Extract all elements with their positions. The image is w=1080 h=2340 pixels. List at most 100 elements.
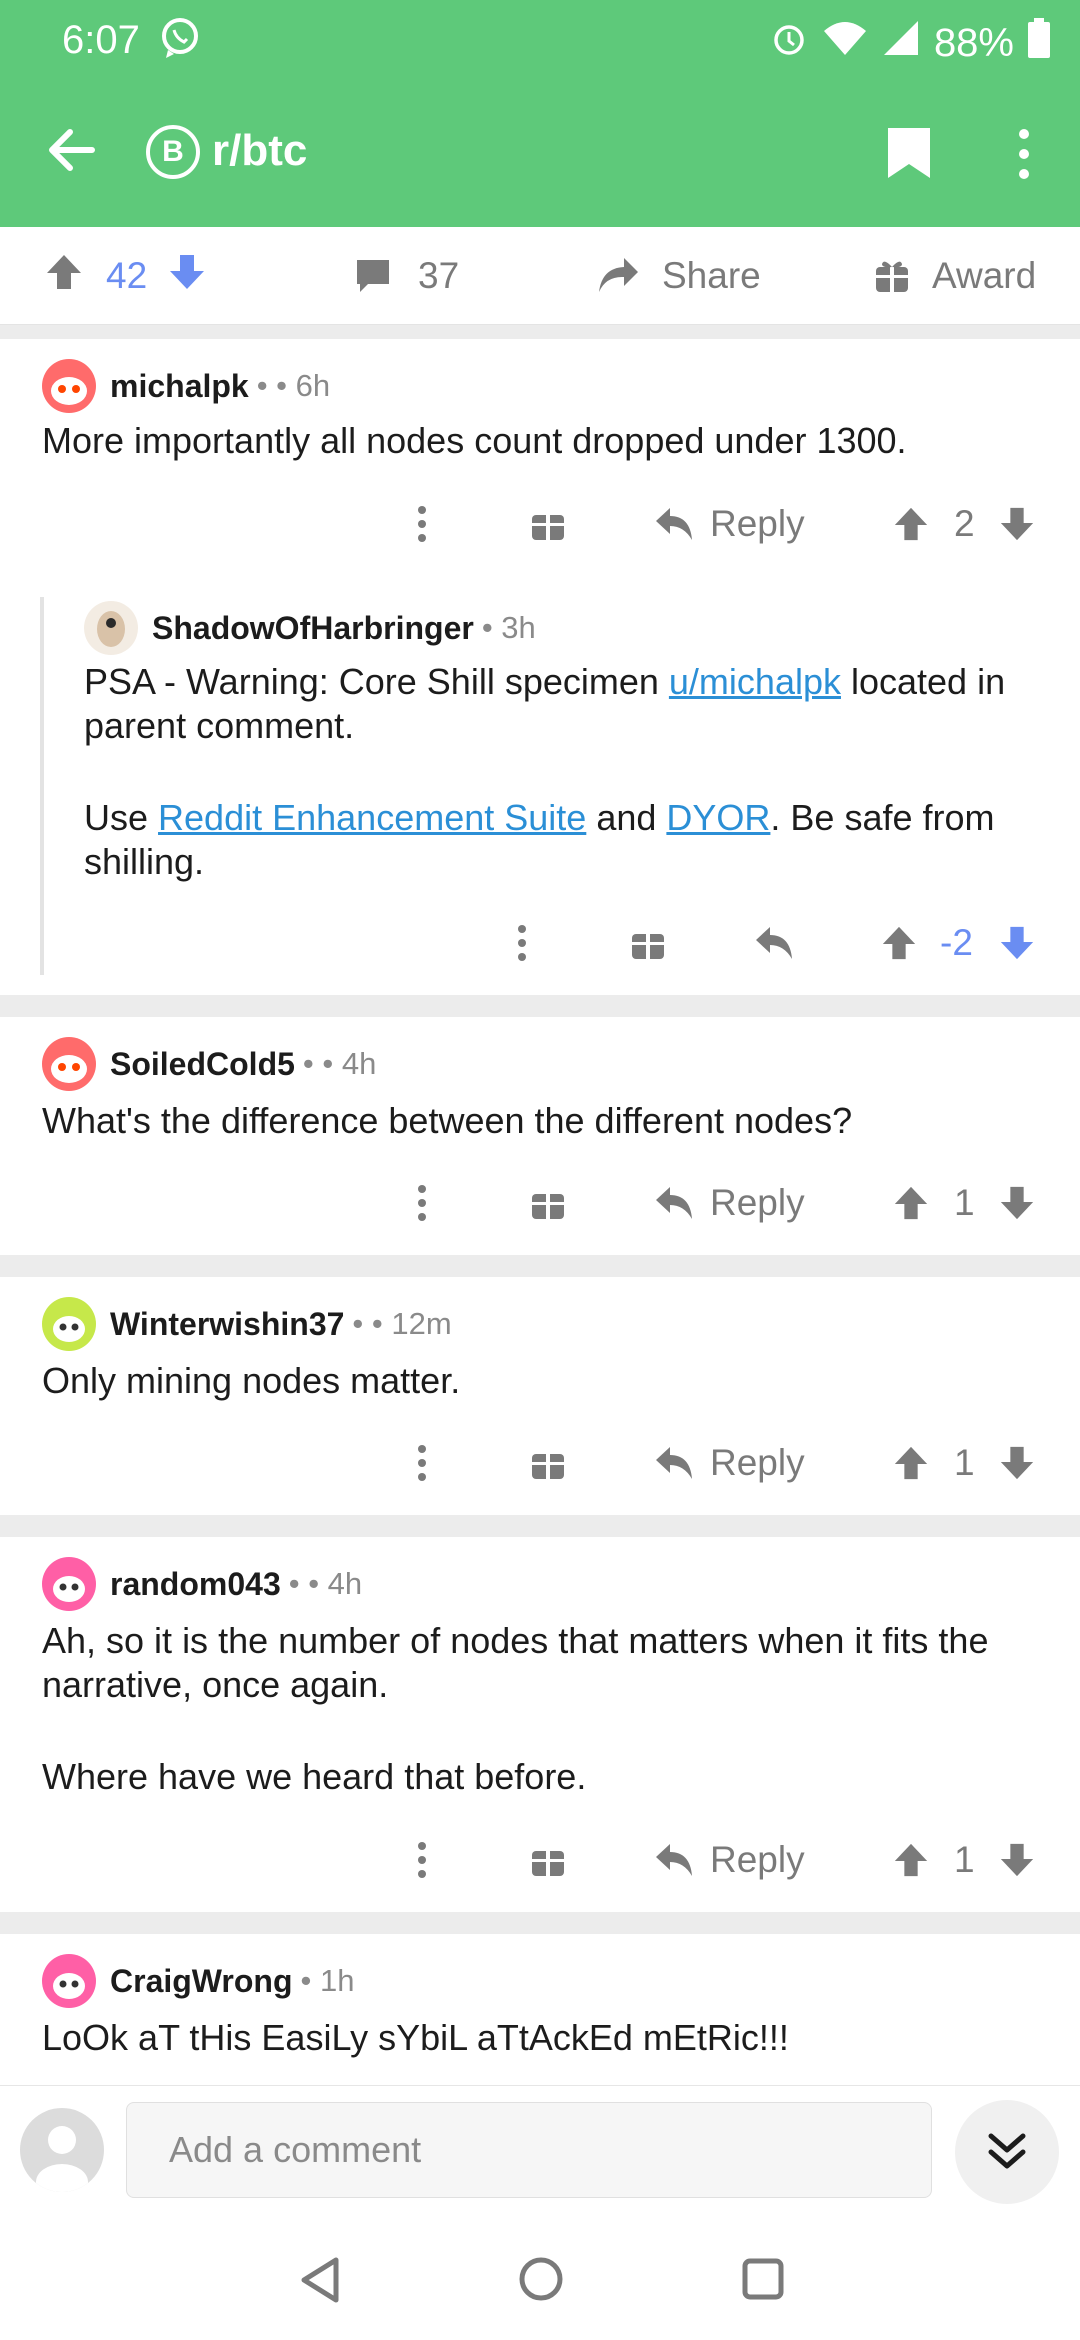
share-button[interactable]: Share (596, 227, 761, 325)
comment-upvote-button[interactable] (892, 494, 930, 554)
whatsapp-icon (160, 16, 200, 65)
text: Use (84, 797, 159, 838)
arrow-up-icon (894, 1446, 928, 1480)
avatar[interactable] (42, 1297, 96, 1351)
username[interactable]: ShadowOfHarbringer (152, 610, 474, 647)
subreddit-name[interactable]: r/btc (212, 126, 307, 176)
arrow-left-icon (49, 129, 95, 171)
comment-score: 1 (954, 1839, 975, 1880)
comment-more-button[interactable] (408, 1433, 436, 1493)
arrow-up-icon (894, 1186, 928, 1220)
comment: random043 • • 4h Ah, so it is the number… (0, 1537, 1080, 1912)
comment-award-button[interactable] (530, 1830, 566, 1890)
vote-group: 42 (44, 227, 207, 325)
user-link[interactable]: u/michalpk (669, 661, 841, 702)
reply-label: Reply (710, 503, 805, 544)
reply-button[interactable] (754, 913, 794, 973)
comment-upvote-button[interactable] (892, 1173, 930, 1233)
nav-back-button[interactable] (298, 2256, 342, 2309)
comment-more-button[interactable] (408, 1830, 436, 1890)
comment-award-button[interactable] (530, 494, 566, 554)
comment-downvote-button[interactable] (998, 913, 1036, 973)
app-header: 6:07 88% B r/btc (0, 0, 1080, 227)
comment-upvote-button[interactable] (892, 1433, 930, 1493)
reply-button[interactable]: Reply (654, 494, 805, 554)
reply-label: Reply (710, 1182, 805, 1223)
comment-meta: • • 4h (302, 1046, 377, 1081)
res-link[interactable]: Reddit Enhancement Suite (158, 797, 586, 838)
comment-body: LoOk aT tHis EasiLy sYbiL aTtAckEd mEtRi… (42, 2017, 789, 2058)
comment-upvote-button[interactable] (880, 913, 918, 973)
comment-downvote-button[interactable] (998, 1173, 1036, 1233)
avatar[interactable] (42, 1954, 96, 2008)
nav-recents-button[interactable] (742, 2258, 784, 2305)
more-vertical-icon (418, 1185, 426, 1221)
subreddit-icon[interactable]: B (146, 125, 200, 179)
username[interactable]: michalpk (110, 368, 249, 405)
arrow-up-icon (894, 507, 928, 541)
arrow-down-icon (1000, 1843, 1034, 1877)
comment-downvote-button[interactable] (998, 494, 1036, 554)
triangle-back-icon (301, 2257, 339, 2303)
avatar[interactable] (42, 359, 96, 413)
comment-award-button[interactable] (530, 1173, 566, 1233)
share-icon (599, 258, 638, 292)
username[interactable]: SoiledCold5 (110, 1046, 295, 1083)
comment-body: Where have we heard that before. (42, 1756, 587, 1797)
comment-body: PSA - Warning: Core Shill specimen u/mic… (84, 660, 1044, 748)
username[interactable]: CraigWrong (110, 1963, 293, 2000)
comment-body: Ah, so it is the number of nodes that ma… (42, 1620, 989, 1705)
downvote-button[interactable] (167, 252, 207, 301)
comment-input[interactable]: Add a comment (126, 2102, 932, 2198)
comment-upvote-button[interactable] (892, 1830, 930, 1890)
status-time: 6:07 (62, 18, 140, 62)
gift-icon (532, 1454, 564, 1479)
gift-icon (876, 261, 908, 292)
more-vertical-icon (418, 1842, 426, 1878)
comment-score: -2 (940, 922, 973, 963)
comment-header: ShadowOfHarbringer • 3h (84, 601, 536, 655)
bookmark-icon (888, 128, 930, 178)
avatar[interactable] (84, 601, 138, 655)
comment-more-button[interactable] (408, 1173, 436, 1233)
upvote-button[interactable] (44, 252, 84, 301)
comment-more-button[interactable] (408, 494, 436, 554)
avatar[interactable] (42, 1037, 96, 1091)
comment-meta: • 1h (300, 1963, 355, 1998)
reply-button[interactable]: Reply (654, 1433, 805, 1493)
jump-next-button[interactable] (955, 2100, 1059, 2204)
comment-downvote-button[interactable] (998, 1830, 1036, 1890)
reply-icon (656, 508, 692, 540)
award-button[interactable]: Award (874, 227, 1036, 325)
back-button[interactable] (44, 122, 100, 178)
comment-downvote-button[interactable] (998, 1433, 1036, 1493)
username[interactable]: Winterwishin37 (110, 1306, 344, 1343)
username[interactable]: random043 (110, 1566, 281, 1603)
dyor-link[interactable]: DYOR (666, 797, 770, 838)
gift-icon (532, 1851, 564, 1876)
circle-home-icon (519, 2257, 563, 2301)
alarm-icon (770, 19, 808, 67)
system-nav-bar (0, 2220, 1080, 2340)
more-vertical-icon (518, 925, 526, 961)
comment-actions: -2 (0, 913, 1080, 973)
arrow-up-icon (882, 926, 916, 960)
bookmark-button[interactable] (884, 124, 934, 182)
more-options-button[interactable] (1004, 124, 1044, 184)
battery-text: 88% (933, 20, 1014, 65)
reply-button[interactable]: Reply (654, 1830, 805, 1890)
comment-meta: • • 12m (352, 1306, 452, 1341)
comment-actions: Reply 1 (0, 1830, 1080, 1890)
nav-home-button[interactable] (518, 2256, 564, 2307)
comment-meta: • • 6h (256, 368, 331, 403)
comment-more-button[interactable] (508, 913, 536, 973)
comments-button[interactable]: 37 (354, 227, 459, 325)
reply-button[interactable]: Reply (654, 1173, 805, 1233)
comment-actions: Reply 1 (0, 1173, 1080, 1233)
wifi-icon (822, 19, 868, 67)
signal-icon (882, 19, 920, 67)
comment-award-button[interactable] (630, 913, 666, 973)
comment-award-button[interactable] (530, 1433, 566, 1493)
avatar[interactable] (42, 1557, 96, 1611)
user-avatar[interactable] (20, 2108, 104, 2192)
